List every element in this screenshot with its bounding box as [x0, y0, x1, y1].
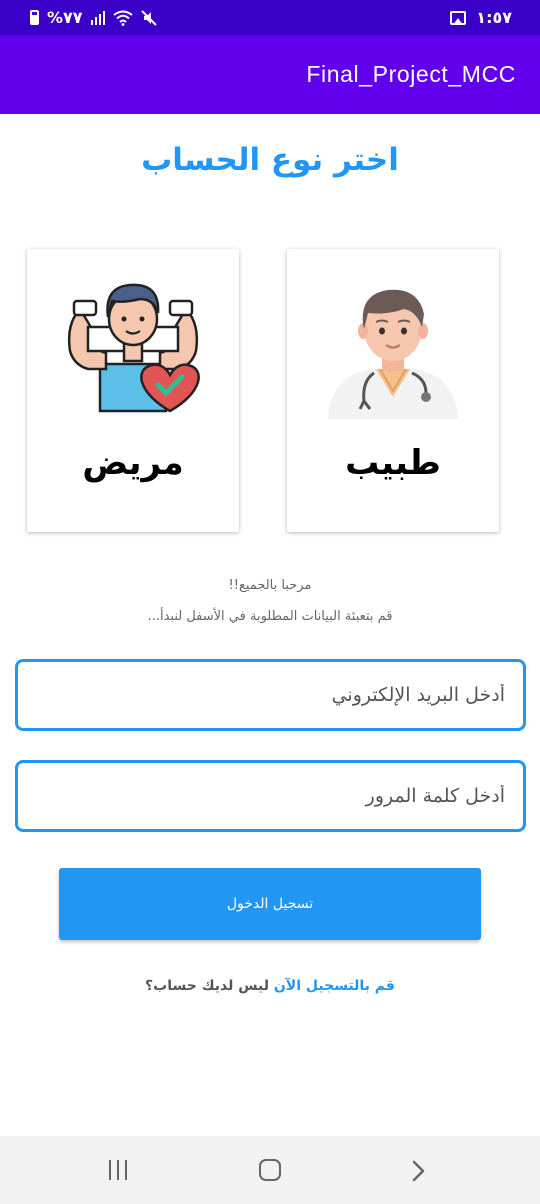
- system-nav-bar: [0, 1136, 540, 1204]
- battery-percent: %٧٧: [47, 8, 83, 27]
- email-field-container: [15, 659, 526, 731]
- wifi-icon: [112, 10, 133, 26]
- status-indicators: %٧٧: [30, 8, 157, 27]
- email-input[interactable]: [18, 662, 523, 728]
- app-bar: Final_Project_MCC: [0, 35, 540, 114]
- doctor-avatar-icon: [328, 289, 458, 419]
- password-input[interactable]: [18, 763, 523, 829]
- register-link[interactable]: قم بالتسجيل الآن: [274, 978, 395, 994]
- doctor-label: طبيب: [345, 443, 441, 483]
- login-button[interactable]: تسجيل الدخول: [59, 868, 481, 940]
- image-notification-icon: [450, 10, 467, 25]
- patient-avatar-icon: [67, 283, 200, 413]
- page-title: اختر نوع الحساب: [141, 142, 399, 178]
- doctor-card[interactable]: طبيب: [287, 249, 499, 532]
- home-icon[interactable]: [259, 1159, 281, 1181]
- register-prompt: ليس لديك حساب؟: [145, 978, 269, 994]
- mute-icon: [140, 9, 157, 26]
- battery-icon: [30, 10, 39, 25]
- signal-icon: [90, 10, 105, 25]
- back-chevron-icon[interactable]: [408, 1160, 428, 1182]
- status-bar: %٧٧ ١:٥٧: [0, 0, 540, 35]
- app-title: Final_Project_MCC: [306, 61, 516, 87]
- patient-label: مريض: [82, 443, 184, 483]
- welcome-text: مرحبا بالجميع!!: [228, 578, 312, 593]
- recents-icon[interactable]: [109, 1160, 127, 1180]
- password-field-container: [15, 760, 526, 832]
- status-time-group: ١:٥٧: [450, 8, 512, 27]
- patient-card[interactable]: مريض: [27, 249, 239, 532]
- instructions-text: قم بتعبئة البيانات المطلوبة في الأسفل لن…: [147, 609, 393, 624]
- clock: ١:٥٧: [476, 8, 512, 27]
- register-prompt-line: قم بالتسجيل الآن ليس لديك حساب؟: [0, 978, 540, 994]
